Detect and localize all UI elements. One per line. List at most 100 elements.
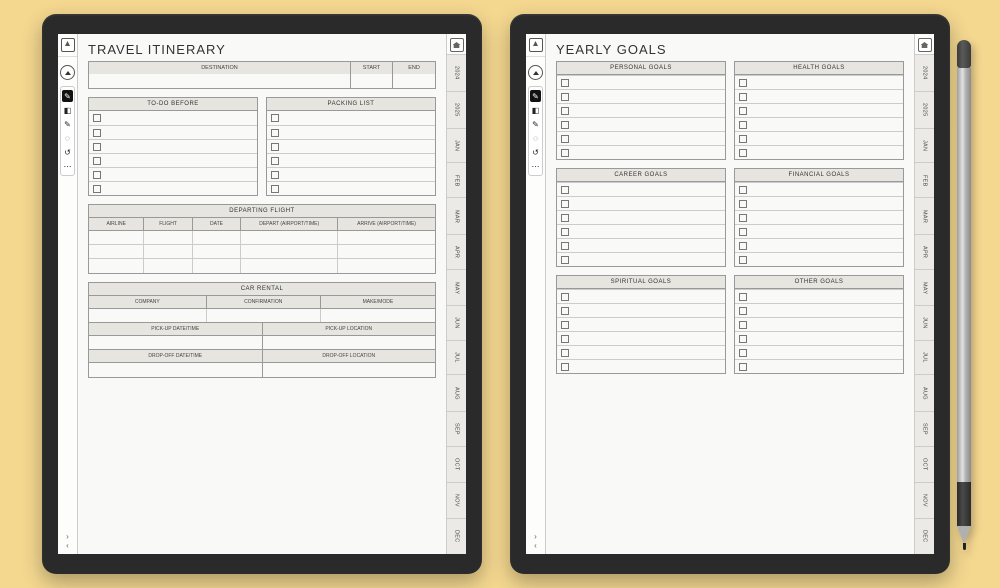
checkbox-icon[interactable] bbox=[93, 185, 101, 193]
packing-row[interactable] bbox=[267, 111, 435, 125]
highlighter-tool-icon[interactable]: ✎ bbox=[530, 118, 541, 130]
flight-cell[interactable] bbox=[193, 245, 241, 258]
checkbox-icon[interactable] bbox=[561, 135, 569, 143]
side-tab-nov[interactable]: NOV bbox=[915, 482, 934, 518]
highlighter-tool-icon[interactable]: ✎ bbox=[62, 118, 73, 130]
scroll-up-icon[interactable] bbox=[528, 65, 543, 80]
checkbox-icon[interactable] bbox=[561, 200, 569, 208]
goal-row[interactable] bbox=[557, 75, 725, 89]
side-tab-2024[interactable]: 2024 bbox=[915, 54, 934, 91]
goal-line[interactable] bbox=[573, 217, 725, 218]
todo-row[interactable] bbox=[89, 153, 257, 167]
checkbox-icon[interactable] bbox=[561, 214, 569, 222]
pickup-loc-input[interactable] bbox=[263, 336, 436, 349]
todo-row[interactable] bbox=[89, 125, 257, 139]
goal-row[interactable] bbox=[735, 196, 903, 210]
goal-line[interactable] bbox=[751, 138, 903, 139]
lasso-tool-icon[interactable]: ◌ bbox=[530, 132, 541, 144]
side-tab-sep[interactable]: SEP bbox=[447, 411, 466, 446]
car-company-input[interactable] bbox=[89, 309, 207, 322]
more-tool-icon[interactable]: ⋯ bbox=[62, 160, 73, 172]
pickup-date-input[interactable] bbox=[89, 336, 263, 349]
side-tab-aug[interactable]: AUG bbox=[915, 374, 934, 410]
goal-line[interactable] bbox=[751, 324, 903, 325]
dropoff-date-input[interactable] bbox=[89, 363, 263, 377]
goal-line[interactable] bbox=[573, 352, 725, 353]
goal-line[interactable] bbox=[751, 203, 903, 204]
goal-line[interactable] bbox=[751, 352, 903, 353]
side-tab-apr[interactable]: APR bbox=[915, 234, 934, 270]
todo-line[interactable] bbox=[105, 132, 257, 133]
goal-line[interactable] bbox=[573, 310, 725, 311]
goal-line[interactable] bbox=[573, 231, 725, 232]
checkbox-icon[interactable] bbox=[739, 200, 747, 208]
packing-line[interactable] bbox=[283, 132, 435, 133]
goal-row[interactable] bbox=[735, 117, 903, 131]
packing-line[interactable] bbox=[283, 160, 435, 161]
side-tab-may[interactable]: MAY bbox=[447, 269, 466, 305]
goal-row[interactable] bbox=[557, 303, 725, 317]
goal-row[interactable] bbox=[557, 196, 725, 210]
checkbox-icon[interactable] bbox=[739, 149, 747, 157]
goal-row[interactable] bbox=[735, 331, 903, 345]
eraser-tool-icon[interactable]: ◧ bbox=[62, 104, 73, 116]
packing-row[interactable] bbox=[267, 139, 435, 153]
checkbox-icon[interactable] bbox=[561, 293, 569, 301]
goal-row[interactable] bbox=[735, 224, 903, 238]
goal-row[interactable] bbox=[735, 89, 903, 103]
flight-cell[interactable] bbox=[193, 231, 241, 244]
checkbox-icon[interactable] bbox=[93, 157, 101, 165]
side-tab-apr[interactable]: APR bbox=[447, 234, 466, 270]
page-nav[interactable]: ›‹ bbox=[526, 532, 545, 554]
side-tab-mar[interactable]: MAR bbox=[915, 197, 934, 234]
checkbox-icon[interactable] bbox=[561, 121, 569, 129]
checkbox-icon[interactable] bbox=[739, 335, 747, 343]
checkbox-icon[interactable] bbox=[561, 149, 569, 157]
checkbox-icon[interactable] bbox=[93, 143, 101, 151]
goal-line[interactable] bbox=[751, 189, 903, 190]
packing-row[interactable] bbox=[267, 181, 435, 195]
checkbox-icon[interactable] bbox=[93, 114, 101, 122]
goal-row[interactable] bbox=[557, 359, 725, 373]
todo-line[interactable] bbox=[105, 160, 257, 161]
side-tab-mar[interactable]: MAR bbox=[447, 197, 466, 234]
goal-line[interactable] bbox=[573, 124, 725, 125]
side-tab-sep[interactable]: SEP bbox=[915, 411, 934, 446]
goal-row[interactable] bbox=[557, 289, 725, 303]
checkbox-icon[interactable] bbox=[739, 256, 747, 264]
checkbox-icon[interactable] bbox=[271, 114, 279, 122]
checkbox-icon[interactable] bbox=[271, 143, 279, 151]
goal-row[interactable] bbox=[557, 89, 725, 103]
goal-row[interactable] bbox=[735, 252, 903, 266]
goal-row[interactable] bbox=[735, 238, 903, 252]
start-input[interactable] bbox=[351, 74, 393, 88]
goal-line[interactable] bbox=[751, 259, 903, 260]
checkbox-icon[interactable] bbox=[93, 129, 101, 137]
flight-row[interactable] bbox=[89, 245, 435, 259]
flight-cell[interactable] bbox=[338, 259, 435, 273]
packing-row[interactable] bbox=[267, 153, 435, 167]
goal-row[interactable] bbox=[735, 103, 903, 117]
side-tab-aug[interactable]: AUG bbox=[447, 374, 466, 410]
goal-line[interactable] bbox=[751, 110, 903, 111]
checkbox-icon[interactable] bbox=[561, 349, 569, 357]
todo-line[interactable] bbox=[105, 174, 257, 175]
side-tab-2024[interactable]: 2024 bbox=[447, 54, 466, 91]
checkbox-icon[interactable] bbox=[739, 121, 747, 129]
goal-row[interactable] bbox=[735, 359, 903, 373]
goal-row[interactable] bbox=[557, 103, 725, 117]
flight-cell[interactable] bbox=[241, 259, 338, 273]
checkbox-icon[interactable] bbox=[739, 321, 747, 329]
flight-cell[interactable] bbox=[89, 245, 144, 258]
todo-row[interactable] bbox=[89, 181, 257, 195]
side-tab-jan[interactable]: JAN bbox=[447, 128, 466, 163]
checkbox-icon[interactable] bbox=[561, 363, 569, 371]
goal-row[interactable] bbox=[735, 317, 903, 331]
goal-row[interactable] bbox=[557, 210, 725, 224]
flight-row[interactable] bbox=[89, 231, 435, 245]
goal-row[interactable] bbox=[735, 303, 903, 317]
flight-cell[interactable] bbox=[193, 259, 241, 273]
checkbox-icon[interactable] bbox=[739, 214, 747, 222]
bookmark-icon[interactable] bbox=[529, 38, 543, 52]
checkbox-icon[interactable] bbox=[739, 293, 747, 301]
